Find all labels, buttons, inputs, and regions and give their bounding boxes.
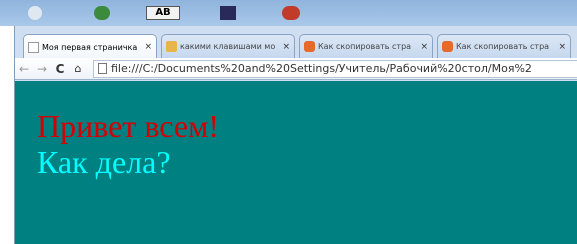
site-icon: [304, 41, 315, 52]
close-icon[interactable]: ×: [558, 42, 566, 52]
tab-strip: Моя первая страничка × какими клавишами …: [15, 34, 577, 59]
home-icon[interactable]: ⌂: [69, 62, 87, 75]
ab-desktop-icon[interactable]: AB: [146, 6, 180, 20]
greeting-text: Привет всем!: [37, 108, 219, 144]
desktop-icon[interactable]: [282, 6, 300, 20]
close-icon[interactable]: ×: [420, 42, 428, 52]
tab-my-first-page[interactable]: Моя первая страничка ×: [23, 34, 157, 59]
tab-how-to-copy-2[interactable]: Как скопировать стра ×: [437, 34, 571, 58]
desktop-strip: AB: [0, 0, 577, 26]
tab-title: Как скопировать стра: [318, 42, 412, 51]
page-icon: [98, 63, 107, 74]
browser-window: Моя первая страничка × какими клавишами …: [14, 26, 577, 244]
site-icon: [442, 41, 453, 52]
page-icon: [28, 41, 39, 53]
desktop-icon[interactable]: [94, 6, 110, 20]
toolbar: ← → C ⌂ file:///C:/Documents%20and%20Set…: [15, 58, 577, 80]
reload-icon[interactable]: C: [51, 62, 69, 76]
tab-title: Моя первая страничка: [42, 42, 138, 52]
tab-how-to-copy-1[interactable]: Как скопировать стра ×: [299, 34, 433, 58]
screen: AB Моя первая страничка × какими клавиша…: [0, 0, 577, 244]
url-text[interactable]: file:///C:/Documents%20and%20Settings/Уч…: [111, 62, 532, 75]
back-arrow-icon[interactable]: ←: [15, 62, 33, 76]
forward-arrow-icon[interactable]: →: [33, 62, 51, 76]
close-icon[interactable]: ×: [282, 42, 290, 52]
tab-keyboard-shortcuts[interactable]: какими клавишами мо ×: [161, 34, 295, 58]
tab-title: какими клавишами мо: [180, 42, 276, 51]
folder-icon: [166, 41, 177, 52]
address-bar[interactable]: file:///C:/Documents%20and%20Settings/Уч…: [93, 59, 577, 78]
page-content: Привет всем! Как дела?: [15, 81, 577, 244]
close-icon[interactable]: ×: [144, 42, 152, 52]
desktop-icon[interactable]: [28, 6, 42, 20]
question-text: Как дела?: [37, 144, 171, 180]
tab-title: Как скопировать стра: [456, 42, 550, 51]
desktop-icon[interactable]: [220, 6, 236, 20]
